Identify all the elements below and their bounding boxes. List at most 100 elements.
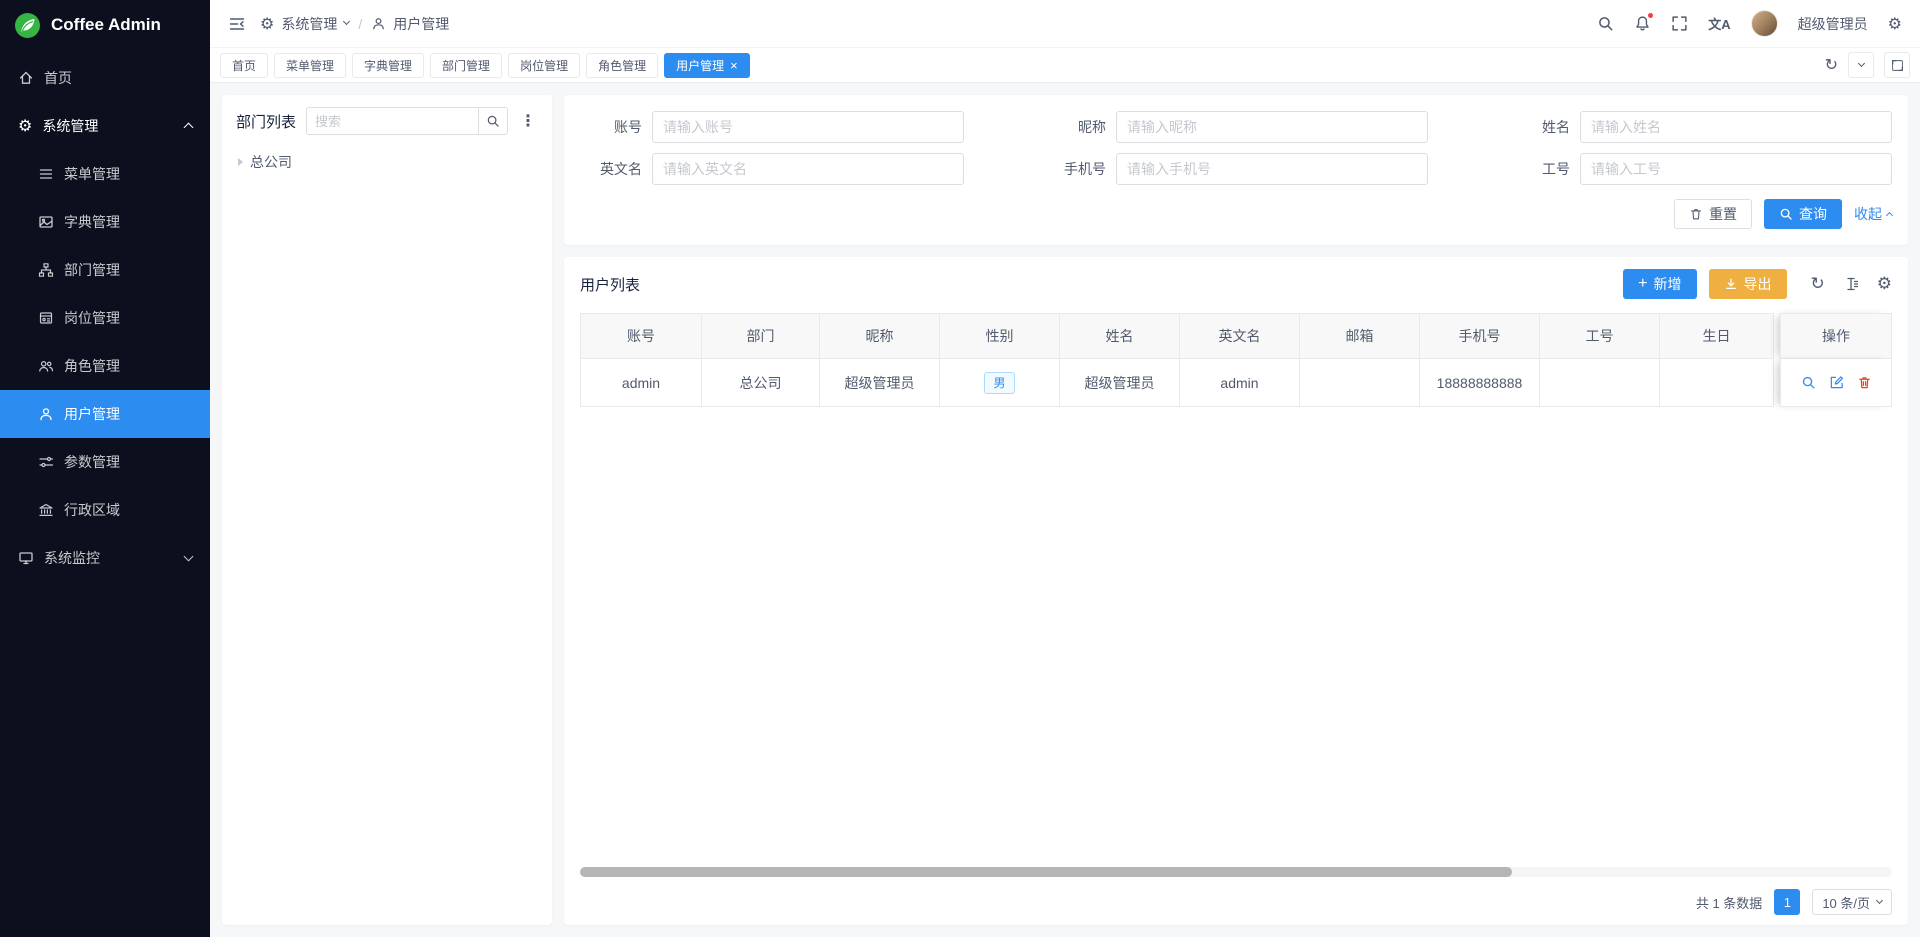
close-icon[interactable]: × <box>730 59 738 72</box>
field-label: 姓名 <box>1508 117 1570 137</box>
cell-gender: 男 <box>940 359 1060 407</box>
settings-gear-icon[interactable]: ⚙ <box>1888 16 1902 32</box>
phone-input[interactable] <box>1116 153 1428 185</box>
tab-home[interactable]: 首页 <box>220 53 268 78</box>
org-tree-icon <box>38 262 54 278</box>
right-column: 账号 昵称 姓名 英文名 <box>564 95 1908 925</box>
column-header-department: 部门 <box>702 313 820 359</box>
cell-operations <box>1780 359 1892 407</box>
tab-user-mgmt[interactable]: 用户管理 × <box>664 53 750 78</box>
tab-actions-dropdown[interactable] <box>1848 52 1874 78</box>
reset-button[interactable]: 重置 <box>1674 199 1752 229</box>
sidebar-item-menu-mgmt[interactable]: 菜单管理 <box>0 150 210 198</box>
tab-dict-mgmt[interactable]: 字典管理 <box>352 53 424 78</box>
sidebar-item-label: 首页 <box>44 68 72 88</box>
notification-badge <box>1647 12 1654 19</box>
page-size-value: 10 条/页 <box>1822 893 1870 912</box>
dictionary-icon <box>38 214 54 230</box>
users-icon <box>38 358 54 374</box>
export-button[interactable]: 导出 <box>1709 269 1787 299</box>
sidebar-item-system[interactable]: ⚙ 系统管理 <box>0 102 210 150</box>
collapse-sidebar-icon[interactable] <box>228 15 246 33</box>
avatar[interactable] <box>1751 10 1778 37</box>
tab-dept-mgmt[interactable]: 部门管理 <box>430 53 502 78</box>
search-icon[interactable] <box>1597 15 1614 32</box>
cell-nickname: 超级管理员 <box>820 359 940 407</box>
query-button-label: 查询 <box>1799 204 1827 224</box>
horizontal-scrollbar-thumb[interactable] <box>580 867 1512 877</box>
tab-menu-mgmt[interactable]: 菜单管理 <box>274 53 346 78</box>
translate-icon[interactable]: 文A <box>1708 14 1730 33</box>
nickname-input[interactable] <box>1116 111 1428 143</box>
tab-role-mgmt[interactable]: 角色管理 <box>586 53 658 78</box>
sidebar-item-label: 系统监控 <box>44 548 100 568</box>
gear-icon: ⚙ <box>260 16 274 32</box>
column-header-gender: 性别 <box>940 313 1060 359</box>
department-panel-title: 部门列表 <box>236 111 296 132</box>
sidebar-item-label: 菜单管理 <box>64 164 120 184</box>
table-header-row: 账号 部门 昵称 性别 姓名 英文名 邮箱 手机号 工号 生日 操作 <box>580 313 1892 359</box>
refresh-table-icon[interactable]: ↻ <box>1811 276 1825 293</box>
sidebar-item-post-mgmt[interactable]: 岗位管理 <box>0 294 210 342</box>
page-size-select[interactable]: 10 条/页 <box>1812 889 1892 915</box>
sidebar-item-role-mgmt[interactable]: 角色管理 <box>0 342 210 390</box>
department-panel-header: 部门列表 ⋮ <box>236 107 538 135</box>
sidebar-item-dict-mgmt[interactable]: 字典管理 <box>0 198 210 246</box>
tab-label: 字典管理 <box>364 57 412 74</box>
row-operations <box>1801 375 1872 390</box>
table-settings-gear-icon[interactable]: ⚙ <box>1877 276 1892 293</box>
chevron-down-icon <box>343 18 350 25</box>
view-row-icon[interactable] <box>1801 375 1816 390</box>
sidebar-item-region-mgmt[interactable]: 行政区域 <box>0 486 210 534</box>
logo-text: Coffee Admin <box>51 15 161 35</box>
list-icon <box>38 166 54 182</box>
sidebar-item-param-mgmt[interactable]: 参数管理 <box>0 438 210 486</box>
gender-tag: 男 <box>984 372 1014 394</box>
sidebar-item-home[interactable]: 首页 <box>0 54 210 102</box>
query-button[interactable]: 查询 <box>1764 199 1842 229</box>
username[interactable]: 超级管理员 <box>1798 14 1868 34</box>
edit-row-icon[interactable] <box>1829 375 1844 390</box>
sidebar-item-label: 角色管理 <box>64 356 120 376</box>
logo: Coffee Admin <box>0 0 210 50</box>
notifications-bell-icon[interactable] <box>1634 15 1651 32</box>
collapse-filters-link[interactable]: 收起 <box>1854 204 1892 224</box>
search-icon <box>1779 207 1793 221</box>
tab-label: 角色管理 <box>598 57 646 74</box>
english-name-input[interactable] <box>652 153 964 185</box>
tree-expand-icon[interactable] <box>238 158 243 166</box>
department-tree: 总公司 <box>236 147 538 177</box>
reset-button-label: 重置 <box>1709 204 1737 224</box>
tabbar-actions: ↻ <box>1825 52 1910 78</box>
refresh-tabs-icon[interactable]: ↻ <box>1825 57 1838 73</box>
breadcrumb-separator: / <box>358 16 362 32</box>
search-form-actions: 重置 查询 收起 <box>580 199 1892 229</box>
more-options-icon[interactable]: ⋮ <box>518 111 538 131</box>
fullscreen-icon[interactable] <box>1671 15 1688 32</box>
field-account: 账号 <box>580 111 964 143</box>
row-height-icon[interactable] <box>1843 276 1859 292</box>
account-input[interactable] <box>652 111 964 143</box>
sidebar-item-dept-mgmt[interactable]: 部门管理 <box>0 246 210 294</box>
sidebar-item-monitor[interactable]: 系统监控 <box>0 534 210 582</box>
content-fullscreen-icon[interactable] <box>1884 52 1910 78</box>
delete-row-icon[interactable] <box>1857 375 1872 390</box>
sidebar-item-label: 部门管理 <box>64 260 120 280</box>
tab-post-mgmt[interactable]: 岗位管理 <box>508 53 580 78</box>
name-input[interactable] <box>1580 111 1892 143</box>
add-user-button[interactable]: + 新增 <box>1623 269 1696 299</box>
department-panel: 部门列表 ⋮ 总公司 <box>222 95 552 925</box>
tree-node-company[interactable]: 总公司 <box>236 147 538 177</box>
column-header-email: 邮箱 <box>1300 313 1420 359</box>
column-header-phone: 手机号 <box>1420 313 1540 359</box>
work-no-input[interactable] <box>1580 153 1892 185</box>
table-row: admin 总公司 超级管理员 男 超级管理员 admin 1888888888… <box>580 359 1892 407</box>
breadcrumb-parent[interactable]: 系统管理 <box>281 14 337 34</box>
department-search-button[interactable] <box>478 107 508 135</box>
page-number-button[interactable]: 1 <box>1774 889 1800 915</box>
tabbar: 首页 菜单管理 字典管理 部门管理 岗位管理 角色管理 用户管理 × ↻ <box>210 48 1920 83</box>
gear-icon: ⚙ <box>18 118 32 134</box>
chevron-up-icon <box>184 123 194 133</box>
department-search-input[interactable] <box>306 107 478 135</box>
sidebar-item-user-mgmt[interactable]: 用户管理 <box>0 390 210 438</box>
